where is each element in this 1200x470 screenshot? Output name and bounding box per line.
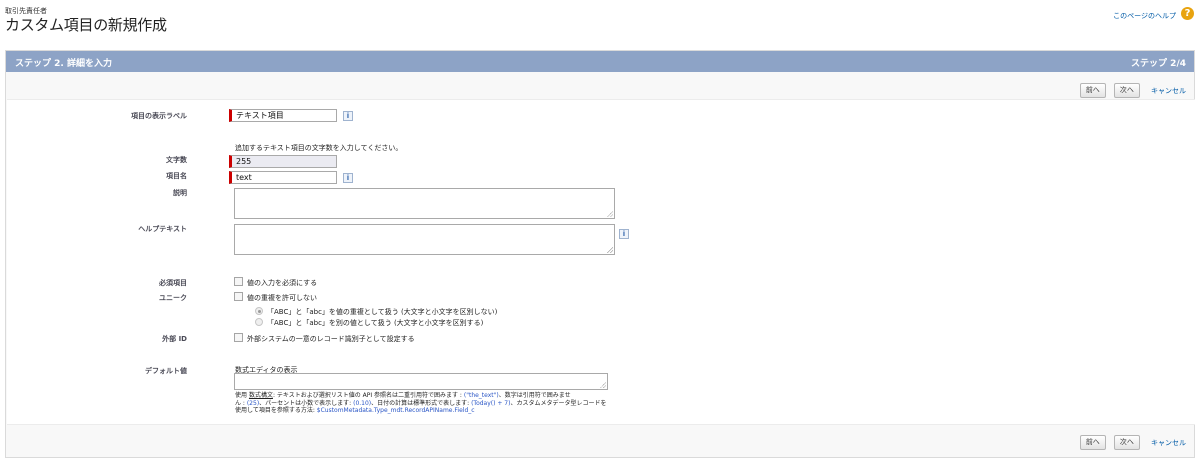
wizard-panel: ステップ 2. 詳細を入力 ステップ 2/4 前へ 次へ キャンセル 項目の表示…: [5, 50, 1195, 458]
hint-text: 、カスタムメタデータ型レコードを: [510, 399, 607, 407]
resize-grip-icon[interactable]: [607, 247, 613, 253]
help-link[interactable]: このページのヘルプ: [1113, 11, 1176, 21]
length-input[interactable]: 255: [229, 155, 337, 168]
formula-syntax-link[interactable]: 数式構文: [249, 392, 273, 399]
external-id-label: 外部 ID: [162, 335, 187, 343]
required-checkbox[interactable]: [234, 277, 243, 286]
hint-example: (Today() + 7): [471, 399, 511, 407]
hint-example: ("the_text"): [463, 392, 499, 399]
default-value-label: デフォルト値: [145, 367, 187, 375]
hint-text: : テキストおよび選択リスト値の API 参照名は二重引用符で囲みます :: [272, 392, 464, 399]
next-button[interactable]: 次へ: [1113, 435, 1140, 450]
case-insensitive-radio[interactable]: [255, 307, 263, 315]
info-icon[interactable]: i: [619, 229, 629, 239]
resize-grip-icon[interactable]: [607, 211, 613, 217]
prev-button[interactable]: 前へ: [1079, 83, 1106, 98]
field-name-input[interactable]: text: [229, 171, 337, 184]
case-sensitive-radio[interactable]: [255, 318, 263, 326]
field-name-label: 項目名: [166, 172, 187, 180]
hint-text: 、数字は引用符で囲みませ: [498, 392, 571, 399]
cancel-link[interactable]: キャンセル: [1151, 86, 1186, 96]
length-label: 文字数: [166, 156, 187, 164]
resize-grip-icon[interactable]: [600, 382, 606, 388]
required-label: 必須項目: [159, 279, 187, 287]
step-bar: ステップ 2. 詳細を入力 ステップ 2/4: [6, 51, 1194, 72]
external-id-checkbox[interactable]: [234, 333, 243, 342]
step-count: ステップ 2/4: [1131, 59, 1186, 69]
case-sensitive-text: 「ABC」と「abc」を別の値として扱う (大文字と小文字を区別する): [267, 319, 484, 327]
hint-text: 使用して項目を参照する方法:: [235, 407, 317, 414]
default-value-textarea[interactable]: [234, 373, 608, 390]
info-icon[interactable]: i: [343, 111, 353, 121]
unique-option-text: 値の重複を許可しない: [247, 294, 317, 302]
cancel-link[interactable]: キャンセル: [1151, 438, 1186, 448]
hint-text: 使用: [235, 392, 248, 399]
prev-button[interactable]: 前へ: [1079, 435, 1106, 450]
length-instruction: 追加するテキスト項目の文字数を入力してください。: [235, 144, 403, 152]
hint-example: (25): [246, 399, 260, 407]
help-icon[interactable]: ?: [1181, 7, 1194, 20]
hint-example: $CustomMetadata.Type_mdt.RecordAPIName.F…: [316, 407, 475, 414]
description-textarea[interactable]: [234, 188, 615, 219]
info-icon[interactable]: i: [343, 173, 353, 183]
unique-label: ユニーク: [159, 294, 187, 302]
help-text-textarea[interactable]: [234, 224, 615, 255]
description-label: 説明: [173, 189, 187, 197]
formula-syntax-hint: 使用 数式構文: テキストおよび選択リスト値の API 参照名は二重引用符で囲み…: [235, 392, 607, 415]
top-button-row: 前へ 次へ キャンセル: [1077, 80, 1186, 98]
help-text-label: ヘルプテキスト: [138, 225, 187, 233]
field-label-label: 項目の表示ラベル: [131, 112, 187, 120]
page-title: カスタム項目の新規作成: [5, 16, 167, 34]
bottom-button-row: 前へ 次へ キャンセル: [1077, 432, 1186, 450]
page-header: 取引先責任者 カスタム項目の新規作成 このページのヘルプ ?: [0, 0, 1200, 46]
hint-text: 、日付の計算は標準形式で表します:: [371, 399, 472, 407]
case-insensitive-text: 「ABC」と「abc」を値の重複として扱う (大文字と小文字を区別しない): [267, 308, 498, 316]
field-label-input[interactable]: テキスト項目: [229, 109, 337, 122]
hint-text: ん :: [235, 399, 247, 407]
hint-example: (0.10): [353, 399, 372, 407]
next-button[interactable]: 次へ: [1113, 83, 1140, 98]
form-area: 項目の表示ラベル テキスト項目 i 追加するテキスト項目の文字数を入力してくださ…: [7, 99, 1195, 425]
step-title: ステップ 2. 詳細を入力: [15, 59, 112, 69]
hint-text: 、パーセントは小数で表示します:: [259, 399, 354, 407]
external-id-option-text: 外部システムの一意のレコード識別子として設定する: [247, 335, 415, 343]
required-option-text: 値の入力を必須にする: [247, 279, 318, 287]
unique-checkbox[interactable]: [234, 292, 243, 301]
